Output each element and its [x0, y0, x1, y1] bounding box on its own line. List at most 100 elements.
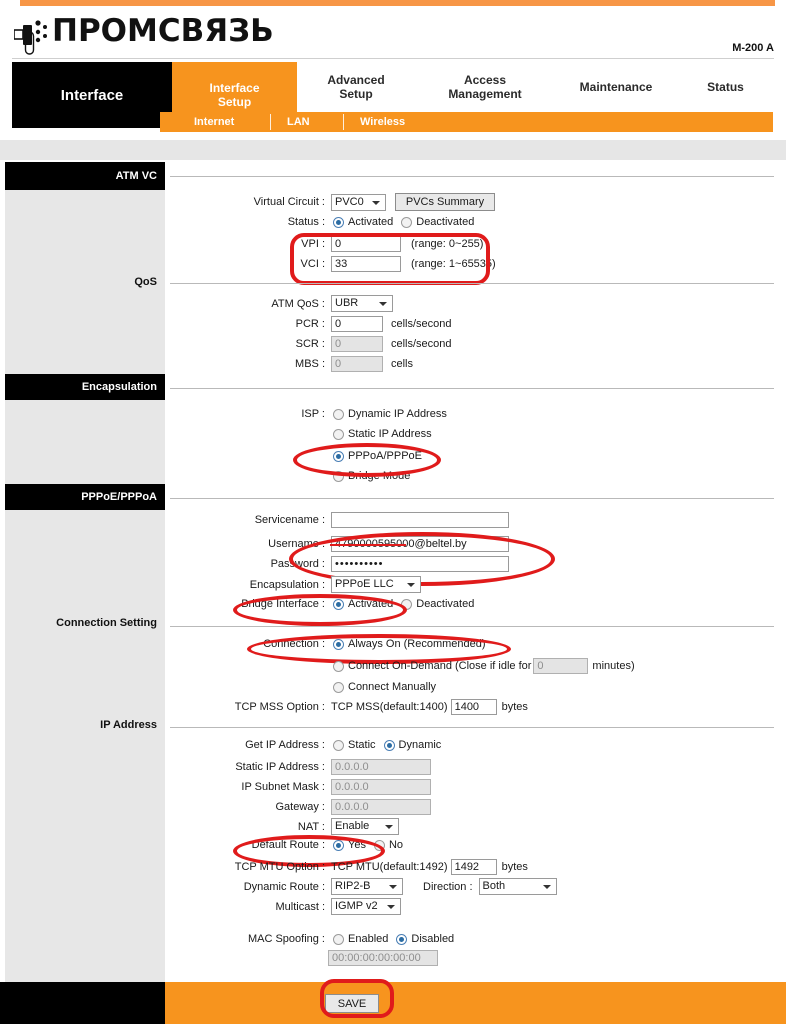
isp-option-bridge-mode[interactable]: Bridge Mode [333, 470, 410, 482]
isp-option-static-ip[interactable]: Static IP Address [333, 428, 432, 440]
tab-brand-label: Interface [12, 62, 172, 128]
connection-always-on-label: Always On (Recommended) [348, 638, 486, 650]
subtab-internet[interactable]: Internet [194, 112, 234, 132]
get-ip-dynamic-label: Dynamic [398, 739, 442, 751]
password-input[interactable] [331, 556, 509, 572]
row-atm-qos: ATM QoS : UBR [170, 295, 610, 312]
isp-static-ip-radio[interactable] [333, 428, 344, 440]
servicename-input[interactable] [331, 512, 509, 528]
virtual-circuit-label: Virtual Circuit : [253, 196, 325, 208]
row-password: Password : [170, 556, 630, 572]
get-ip-dynamic-radio[interactable] [383, 739, 395, 751]
row-pcr: PCR : cells/second [170, 316, 610, 332]
mac-address-input[interactable] [328, 950, 438, 966]
vpi-input[interactable] [331, 236, 401, 252]
multicast-select[interactable]: IGMP v2 [331, 898, 401, 915]
username-label: Username : [268, 538, 325, 550]
header-divider [12, 58, 774, 59]
save-button[interactable]: SAVE [325, 994, 379, 1013]
subtab-lan[interactable]: LAN [287, 112, 310, 132]
isp-option-dynamic-ip[interactable]: Dynamic IP Address [333, 408, 447, 420]
tab-advanced-setup[interactable]: Advanced Setup [297, 62, 415, 112]
nat-select[interactable]: Enable [331, 818, 399, 835]
brand-logo-text: ПРОМСВЯЗЬ [52, 13, 274, 49]
virtual-circuit-select[interactable]: PVC0 [331, 193, 386, 211]
mac-disabled-option[interactable]: Disabled [396, 933, 454, 945]
subnet-mask-input[interactable] [331, 779, 431, 795]
isp-option-pppoa-pppoe[interactable]: PPPoA/PPPoE [333, 450, 422, 462]
bridge-activated-radio[interactable] [333, 598, 344, 610]
isp-pppoa-pppoe-radio[interactable] [333, 450, 344, 462]
row-connect-manually[interactable]: Connect Manually [333, 681, 436, 693]
gateway-input[interactable] [331, 799, 431, 815]
mac-disabled-radio[interactable] [396, 933, 408, 945]
sidebar-section-qos: QoS [134, 276, 157, 288]
atm-qos-value: UBR [335, 297, 359, 309]
bridge-deactivated-radio[interactable] [401, 598, 413, 610]
bridge-activated-option[interactable]: Activated [333, 598, 393, 610]
dynamic-route-select[interactable]: RIP2-B [331, 878, 403, 895]
subtab-divider-2 [343, 114, 344, 130]
gateway-label: Gateway : [275, 801, 325, 813]
brand-header: ПРОМСВЯЗЬ M-200 A [0, 6, 786, 58]
mbs-unit: cells [391, 358, 414, 370]
connection-always-on-radio[interactable] [333, 638, 344, 650]
tab-access-management[interactable]: Access Management [415, 62, 555, 112]
bridge-deactivated-label: Deactivated [416, 598, 475, 610]
connection-always-on-option[interactable]: Always On (Recommended) [333, 638, 486, 650]
sidebar-section-ip-address: IP Address [100, 719, 157, 731]
static-ip-input[interactable] [331, 759, 431, 775]
get-ip-static-radio[interactable] [333, 739, 344, 751]
mac-enabled-option[interactable]: Enabled [333, 933, 388, 945]
status-deactivated-radio[interactable] [401, 216, 413, 228]
sidebar-body-encapsulation [5, 400, 165, 484]
encapsulation-type-select[interactable]: PPPoE LLC [331, 576, 421, 593]
virtual-circuit-value: PVC0 [335, 195, 364, 208]
scr-input[interactable] [331, 336, 383, 352]
row-subnet-mask: IP Subnet Mask : [170, 779, 630, 795]
mac-disabled-label: Disabled [411, 933, 455, 945]
tcp-mtu-input[interactable] [450, 859, 497, 875]
default-route-yes-option[interactable]: Yes [333, 839, 366, 851]
row-connect-on-demand: Connect On-Demand (Close if idle for min… [333, 658, 663, 674]
tab-status[interactable]: Status [677, 62, 774, 112]
tab-maintenance[interactable]: Maintenance [555, 62, 677, 112]
connection-on-demand-radio[interactable] [333, 660, 344, 672]
tab-maintenance-label: Maintenance [579, 80, 653, 94]
subtab-wireless[interactable]: Wireless [360, 112, 405, 132]
tcp-mtu-unit: bytes [501, 861, 528, 873]
vci-label: VCI : [300, 258, 325, 270]
pvcs-summary-button[interactable]: PVCs Summary [395, 193, 495, 211]
default-route-yes-radio[interactable] [333, 839, 344, 851]
row-dynamic-route: Dynamic Route : RIP2-B Direction : Both [170, 878, 670, 895]
idle-minutes-input[interactable] [533, 658, 589, 674]
sidebar-section-pppoe-pppoa: PPPoE/PPPoA [5, 484, 165, 510]
row-mac-spoofing: MAC Spoofing : Enabled Disabled [170, 933, 630, 945]
subnet-mask-label: IP Subnet Mask : [241, 781, 325, 793]
default-route-no-radio[interactable] [373, 839, 385, 851]
pcr-input[interactable] [331, 316, 383, 332]
connection-manual-radio[interactable] [333, 681, 344, 693]
usb-plug-icon [14, 20, 47, 55]
get-ip-static-option[interactable]: Static [333, 739, 376, 751]
chevron-down-icon [385, 825, 393, 829]
bridge-deactivated-option[interactable]: Deactivated [401, 598, 474, 610]
get-ip-dynamic-option[interactable]: Dynamic [383, 739, 442, 751]
chevron-down-icon [389, 885, 397, 889]
mbs-input[interactable] [331, 356, 383, 372]
status-activated-option[interactable]: Activated [333, 216, 393, 228]
isp-dynamic-ip-label: Dynamic IP Address [348, 408, 447, 420]
tcp-mss-input[interactable] [450, 699, 497, 715]
chevron-down-icon [387, 905, 395, 909]
default-route-no-option[interactable]: No [373, 839, 403, 851]
direction-select[interactable]: Both [478, 878, 557, 895]
isp-bridge-mode-radio[interactable] [333, 470, 344, 482]
status-activated-radio[interactable] [333, 216, 344, 228]
status-deactivated-option[interactable]: Deactivated [401, 216, 474, 228]
vci-input[interactable] [331, 256, 401, 272]
row-bridge-interface: Bridge Interface : Activated Deactivated [170, 598, 630, 610]
username-redaction-mark [330, 544, 406, 546]
mac-enabled-radio[interactable] [333, 933, 344, 945]
isp-dynamic-ip-radio[interactable] [333, 408, 344, 420]
atm-qos-select[interactable]: UBR [331, 295, 393, 312]
